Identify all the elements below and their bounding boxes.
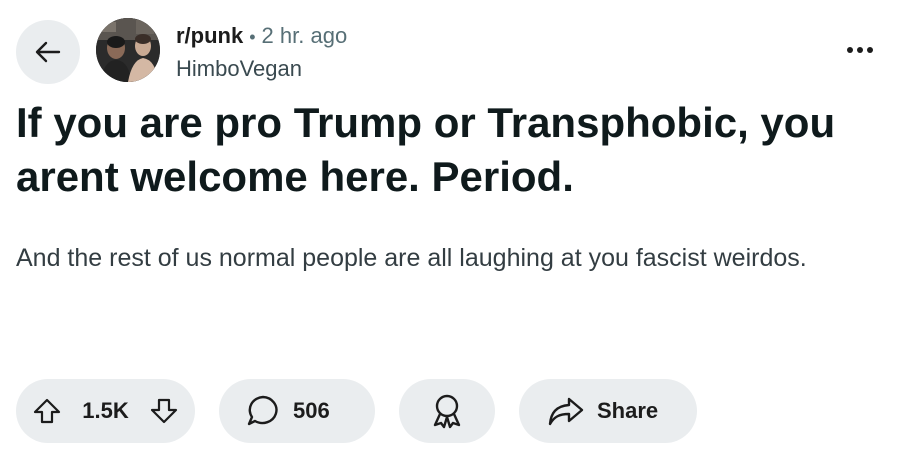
post-time: 2 hr. ago	[261, 23, 348, 48]
separator-dot: •	[249, 27, 256, 47]
subreddit-name[interactable]: r/punk	[176, 23, 243, 48]
more-options-button[interactable]	[840, 38, 880, 62]
author-username[interactable]: HimboVegan	[176, 55, 347, 83]
vote-pill: 1.5K	[16, 379, 195, 443]
more-dot	[867, 47, 873, 53]
upvote-arrow-icon[interactable]	[32, 396, 62, 426]
share-label: Share	[597, 398, 659, 423]
vote-count: 1.5K	[82, 398, 129, 423]
award-button[interactable]	[399, 379, 495, 443]
back-button[interactable]	[16, 20, 80, 84]
post-title: If you are pro Trump or Transphobic, you…	[16, 99, 836, 200]
post-actions: 1.5K 506 Share	[16, 379, 697, 443]
share-button[interactable]: Share	[519, 379, 697, 443]
share-arrow-icon	[547, 395, 585, 427]
more-dot	[857, 47, 863, 53]
award-icon	[430, 393, 464, 429]
comments-button[interactable]: 506	[219, 379, 375, 443]
arrow-left-icon	[33, 37, 63, 67]
post-body: And the rest of us normal people are all…	[16, 244, 807, 272]
post-meta: r/punk • 2 hr. ago HimboVegan	[176, 22, 347, 83]
comment-count: 506	[293, 398, 330, 423]
comment-bubble-icon	[245, 393, 281, 429]
downvote-arrow-icon[interactable]	[149, 396, 179, 426]
more-horizontal-icon	[847, 47, 853, 53]
subreddit-avatar[interactable]	[96, 18, 160, 82]
